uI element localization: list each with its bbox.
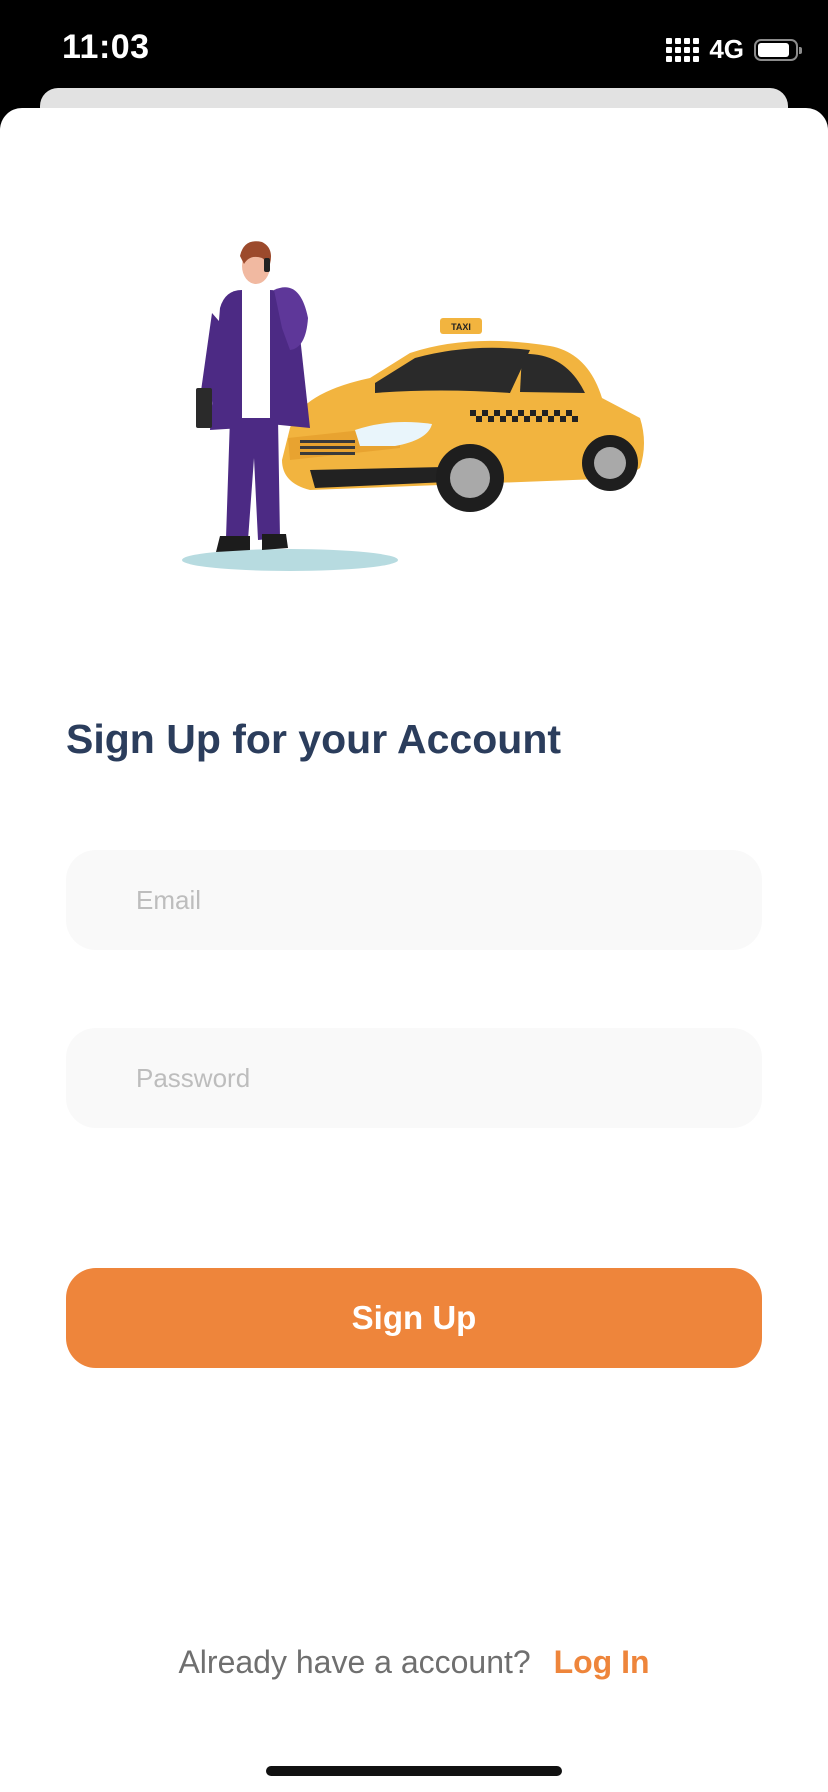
signup-sheet: TAXI Sign Up for your Account Email Sign… (0, 108, 828, 1792)
status-bar: 11:03 4G (0, 0, 828, 100)
password-field[interactable] (66, 1028, 762, 1128)
businessman-icon (196, 241, 310, 552)
login-prompt-text: Already have a account? (178, 1644, 531, 1680)
page-title: Sign Up for your Account (66, 716, 562, 762)
cellular-signal-icon (666, 37, 700, 62)
log-in-link[interactable]: Log In (554, 1644, 650, 1680)
battery-icon (754, 38, 802, 61)
signup-screen: 11:03 4G TAXI Sign Up for your Account E… (0, 0, 828, 1792)
status-indicators: 4G (666, 34, 802, 65)
home-indicator[interactable] (266, 1766, 562, 1776)
email-field[interactable] (66, 850, 762, 950)
taxi-car-icon: TAXI (282, 318, 644, 512)
sign-up-button[interactable]: Sign Up (66, 1268, 762, 1368)
status-time: 11:03 (62, 28, 150, 66)
login-prompt: Already have a account? Log In (0, 1644, 828, 1681)
battery-level-fill (758, 42, 789, 57)
network-type-label: 4G (709, 34, 744, 64)
taxi-sign-text: TAXI (451, 322, 471, 332)
taxi-illustration: TAXI (170, 178, 650, 598)
